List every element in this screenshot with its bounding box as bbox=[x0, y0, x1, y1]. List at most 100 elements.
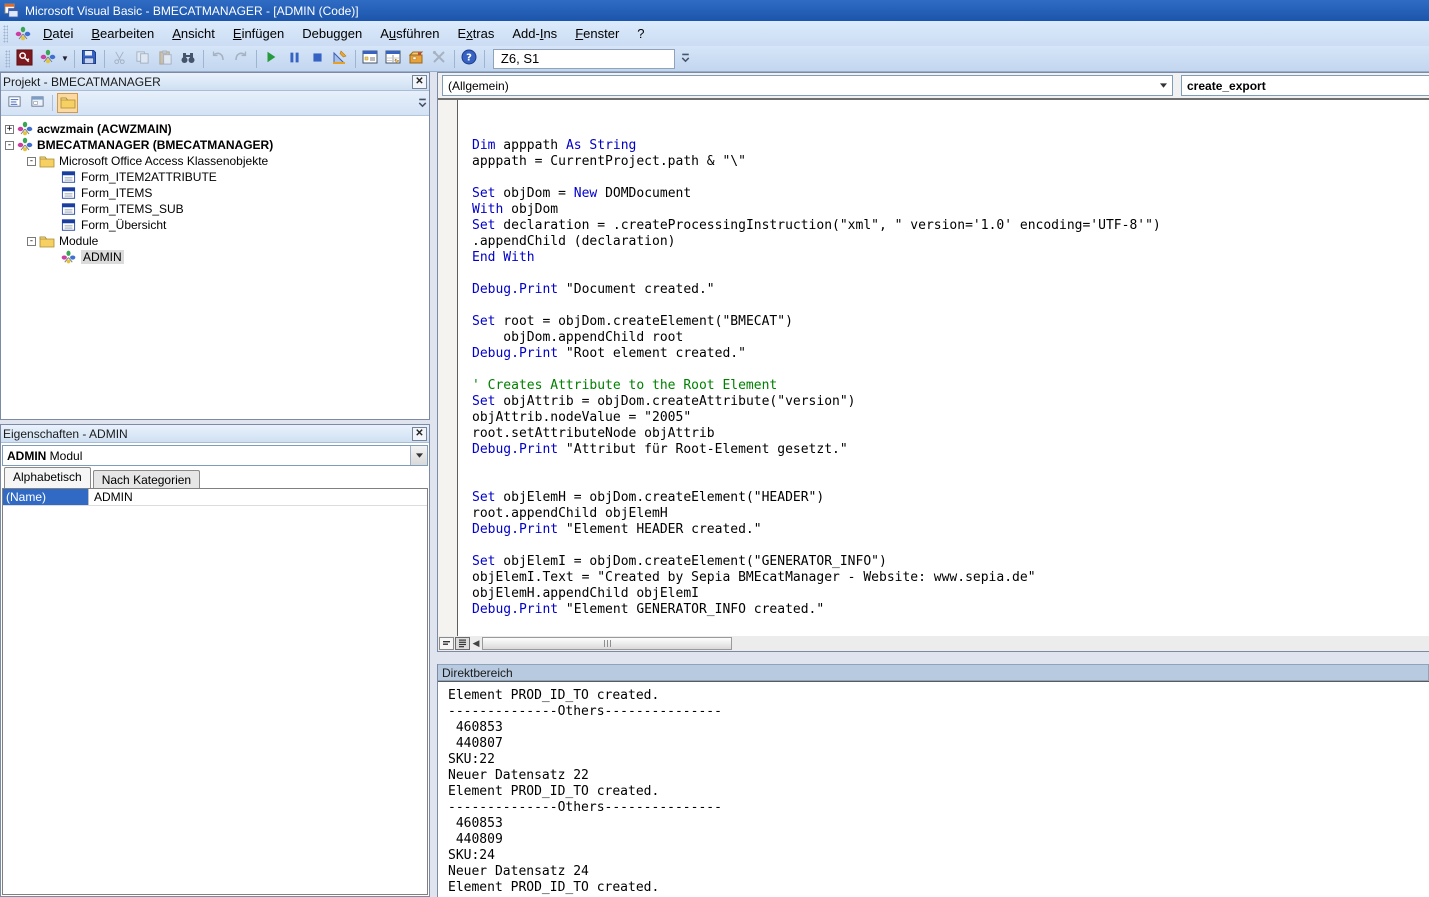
menu-item-ausf-hren[interactable]: Ausführen bbox=[371, 23, 448, 44]
main-area: Projekt - BMECATMANAGER ✕ +acwzmain (ACW… bbox=[0, 72, 1429, 897]
view-object-button[interactable] bbox=[27, 93, 48, 113]
code-line: Debug.Print "Attribut für Root-Element g… bbox=[472, 442, 1429, 458]
toolbox-icon bbox=[431, 49, 447, 68]
vba-ide-window: { "window": { "title": "Microsoft Visual… bbox=[0, 0, 1429, 897]
tab-nach-kategorien[interactable]: Nach Kategorien bbox=[93, 470, 200, 488]
immediate-line: Neuer Datensatz 24 bbox=[448, 864, 1429, 880]
code-line: Set declaration = .createProcessingInstr… bbox=[472, 218, 1429, 234]
menu-grip[interactable] bbox=[3, 25, 8, 43]
find-button[interactable] bbox=[177, 48, 200, 70]
object-dropdown-icon[interactable] bbox=[1155, 76, 1172, 95]
design-mode-button[interactable] bbox=[329, 48, 352, 70]
selected-object-name: ADMIN bbox=[7, 449, 46, 463]
undo-button[interactable] bbox=[207, 48, 230, 70]
tree-item-form-items-sub[interactable]: Form_ITEMS_SUB bbox=[1, 201, 429, 217]
hscroll-left-arrow[interactable]: ◀ bbox=[470, 638, 482, 649]
menu-item-einf-gen[interactable]: Einfügen bbox=[224, 23, 293, 44]
code-content[interactable]: Dim apppath As Stringapppath = CurrentPr… bbox=[458, 100, 1429, 636]
menu-item-debuggen[interactable]: Debuggen bbox=[293, 23, 371, 44]
copy-icon bbox=[135, 50, 150, 68]
run-button[interactable] bbox=[260, 48, 283, 70]
code-line: Set objElemH = objDom.createElement("HEA… bbox=[472, 490, 1429, 506]
left-column: Projekt - BMECATMANAGER ✕ +acwzmain (ACW… bbox=[0, 72, 430, 897]
form-icon bbox=[61, 201, 78, 217]
menu-item-datei[interactable]: Datei bbox=[34, 23, 82, 44]
tree-item-module[interactable]: -Module bbox=[1, 233, 429, 249]
tree-item-label: Form_ITEMS_SUB bbox=[81, 202, 184, 216]
cut-button[interactable] bbox=[108, 48, 131, 70]
menu-item-extras[interactable]: Extras bbox=[449, 23, 504, 44]
code-line: Set root = objDom.createElement("BMECAT"… bbox=[472, 314, 1429, 330]
collapse-icon[interactable]: - bbox=[27, 237, 36, 246]
reset-button[interactable] bbox=[306, 48, 329, 70]
view-code-button[interactable] bbox=[4, 93, 25, 113]
vertical-splitter[interactable] bbox=[430, 72, 437, 897]
break-button[interactable] bbox=[283, 48, 306, 70]
tree-item-acwzmain-acwzmain[interactable]: +acwzmain (ACWZMAIN) bbox=[1, 121, 429, 137]
properties-panel-titlebar: Eigenschaften - ADMIN ✕ bbox=[1, 425, 429, 443]
code-view[interactable]: Dim apppath As Stringapppath = CurrentPr… bbox=[438, 100, 1429, 636]
code-line: Debug.Print "Element GENERATOR_INFO crea… bbox=[472, 602, 1429, 618]
toolbox-button[interactable] bbox=[428, 48, 451, 70]
menu-item-add-ins[interactable]: Add-Ins bbox=[503, 23, 566, 44]
code-line: objAttrib.nodeValue = "2005" bbox=[472, 410, 1429, 426]
selector-dropdown-icon[interactable] bbox=[410, 446, 427, 465]
tree-item-label: BMECATMANAGER (BMECATMANAGER) bbox=[37, 138, 273, 152]
toggle-folders-button[interactable] bbox=[57, 93, 78, 113]
toolbar-separator bbox=[104, 50, 105, 68]
toolbar-grip[interactable] bbox=[5, 50, 10, 68]
object-browser-button[interactable] bbox=[405, 48, 428, 70]
insert-module-dropdown[interactable]: ▼ bbox=[59, 54, 71, 63]
tab-alphabetisch[interactable]: Alphabetisch bbox=[4, 467, 91, 488]
property-key[interactable]: (Name) bbox=[3, 489, 89, 505]
project-icon bbox=[17, 137, 34, 153]
view-microsoft-access-button[interactable] bbox=[13, 48, 36, 70]
run-icon bbox=[264, 50, 278, 67]
menu-item-ansicht[interactable]: Ansicht bbox=[163, 23, 224, 44]
tree-item-admin[interactable]: ADMIN bbox=[1, 249, 429, 265]
tree-item-form-item2attribute[interactable]: Form_ITEM2ATTRIBUTE bbox=[1, 169, 429, 185]
menu-item-help[interactable]: ? bbox=[628, 23, 653, 44]
hscroll-thumb[interactable] bbox=[482, 637, 732, 650]
cursor-position-indicator: Z6, S1 bbox=[493, 49, 675, 69]
project-toolbar-overflow-chevron[interactable] bbox=[418, 97, 427, 110]
project-explorer-button[interactable] bbox=[359, 48, 382, 70]
immediate-content[interactable]: Element PROD_ID_TO created.-------------… bbox=[438, 681, 1429, 897]
expand-icon[interactable]: + bbox=[5, 125, 14, 134]
code-line: objDom.appendChild root bbox=[472, 330, 1429, 346]
paste-button[interactable] bbox=[154, 48, 177, 70]
collapse-icon[interactable]: - bbox=[5, 141, 14, 150]
code-line bbox=[472, 298, 1429, 314]
code-line: With objDom bbox=[472, 202, 1429, 218]
properties-window-button[interactable] bbox=[382, 48, 405, 70]
tree-item-form-bersicht[interactable]: Form_Übersicht bbox=[1, 217, 429, 233]
project-panel-close-icon[interactable]: ✕ bbox=[412, 75, 427, 89]
tree-item-bmecatmanager-bmecatmanager[interactable]: - BMECATMANAGER (BMECATMANAGER) bbox=[1, 137, 429, 153]
tree-item-form-items[interactable]: Form_ITEMS bbox=[1, 185, 429, 201]
code-margin-bar[interactable] bbox=[438, 100, 458, 636]
property-row[interactable]: (Name)ADMIN bbox=[3, 489, 427, 506]
properties-panel-close-icon[interactable]: ✕ bbox=[412, 427, 427, 441]
procedure-view-button[interactable] bbox=[439, 637, 454, 650]
toolbar-overflow-chevron[interactable] bbox=[681, 52, 690, 65]
copy-button[interactable] bbox=[131, 48, 154, 70]
horizontal-splitter[interactable] bbox=[437, 652, 1429, 664]
object-browser-icon bbox=[408, 49, 424, 68]
addin-flower-icon bbox=[11, 23, 34, 45]
save-button[interactable] bbox=[78, 48, 101, 70]
tree-item-microsoft-office-access-klassenobjekte[interactable]: -Microsoft Office Access Klassenobjekte bbox=[1, 153, 429, 169]
code-line bbox=[472, 474, 1429, 490]
properties-object-selector[interactable]: ADMIN Modul bbox=[2, 445, 428, 466]
object-dropdown[interactable]: (Allgemein) bbox=[442, 75, 1173, 96]
redo-button[interactable] bbox=[230, 48, 253, 70]
full-module-view-button[interactable] bbox=[455, 637, 470, 650]
insert-module-button[interactable] bbox=[36, 48, 59, 70]
collapse-icon[interactable]: - bbox=[27, 157, 36, 166]
toolbar-separator bbox=[256, 50, 257, 68]
procedure-dropdown[interactable]: create_export bbox=[1181, 75, 1429, 96]
immediate-line: --------------Others--------------- bbox=[448, 800, 1429, 816]
property-value[interactable]: ADMIN bbox=[89, 489, 138, 505]
help-button[interactable]: ? bbox=[458, 48, 481, 70]
menu-item-fenster[interactable]: Fenster bbox=[566, 23, 628, 44]
menu-item-bearbeiten[interactable]: Bearbeiten bbox=[82, 23, 163, 44]
